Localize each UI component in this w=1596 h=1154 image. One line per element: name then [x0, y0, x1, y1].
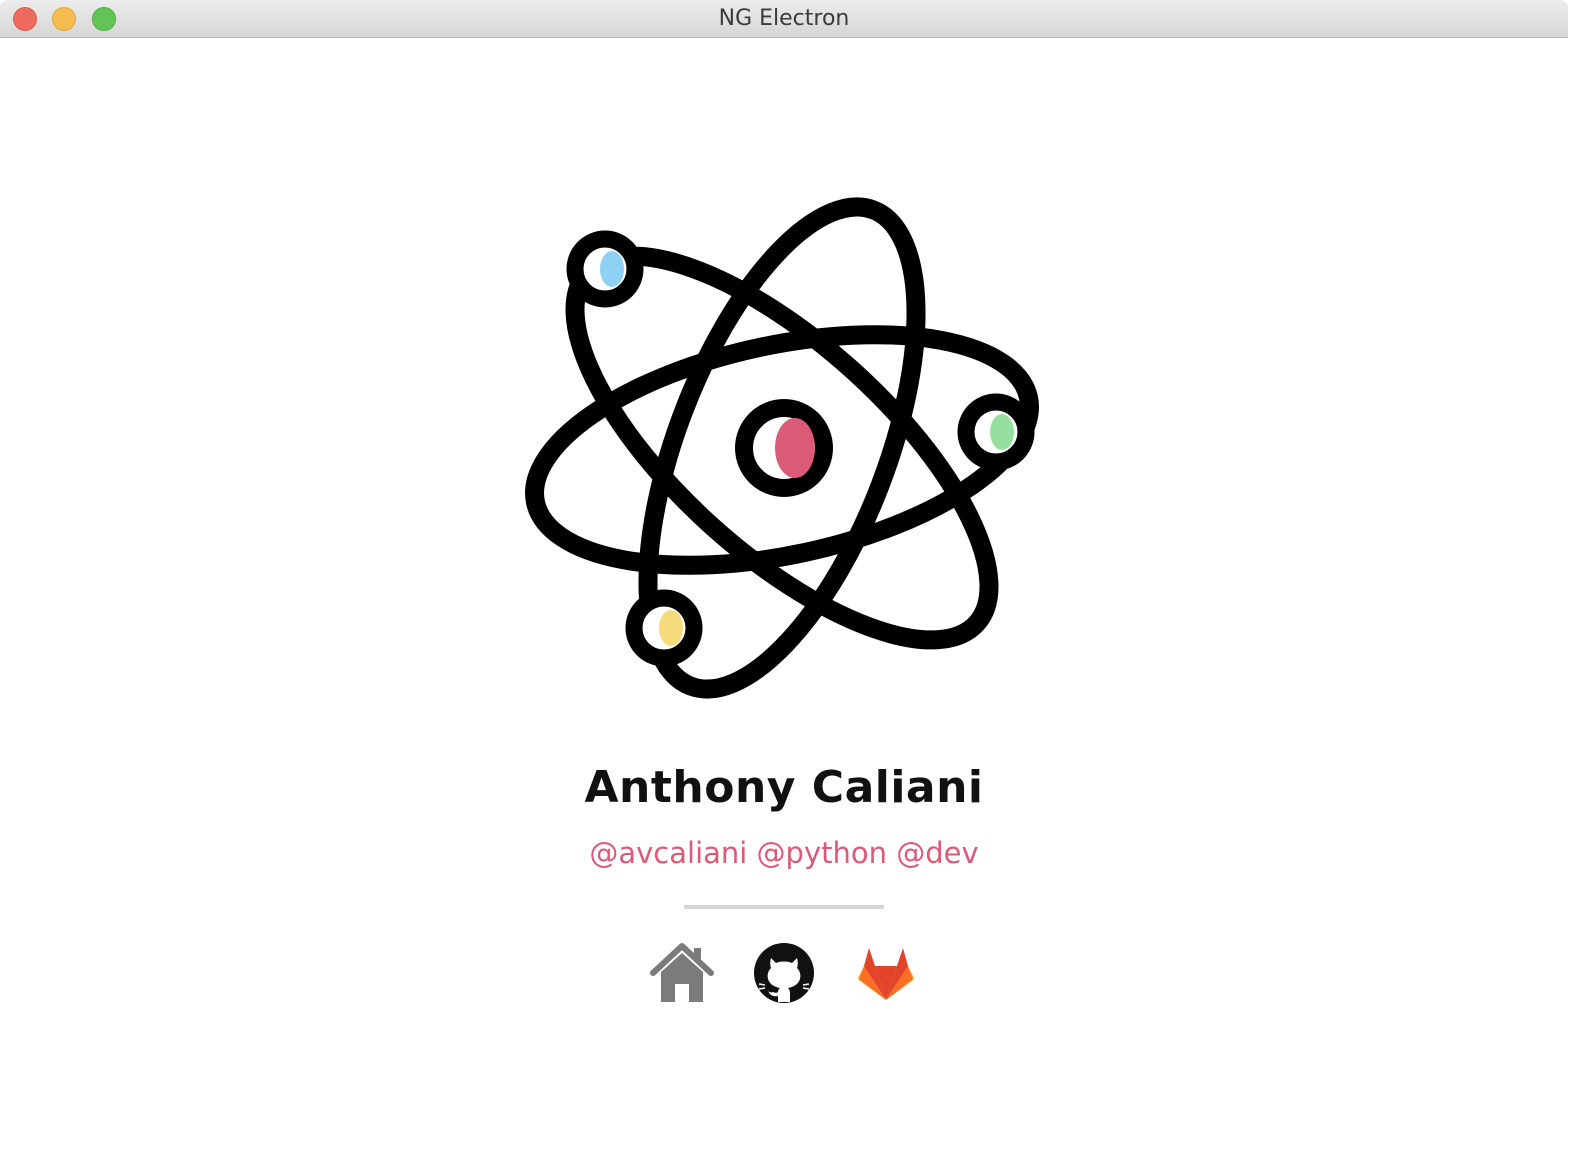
nucleus-icon	[735, 399, 833, 497]
electron-yellow-icon	[625, 589, 703, 667]
gitlab-link[interactable]	[853, 940, 919, 1006]
home-link[interactable]	[649, 940, 715, 1006]
home-icon	[650, 943, 714, 1002]
profile-name: Anthony Caliani	[584, 762, 984, 813]
gitlab-icon	[858, 948, 914, 1000]
app-window: NG Electron Anthony Caliani @avcaliani @…	[0, 0, 1568, 1134]
divider	[684, 905, 884, 909]
profile-handles: @avcaliani @python @dev	[589, 836, 979, 870]
electron-green-icon	[957, 393, 1035, 471]
github-link[interactable]	[751, 940, 817, 1006]
window-title: NG Electron	[718, 6, 850, 31]
github-icon	[754, 943, 814, 1003]
electron-blue-icon	[566, 230, 644, 308]
atom-logo-icon	[525, 197, 1039, 699]
title-bar[interactable]: NG Electron	[0, 0, 1568, 38]
